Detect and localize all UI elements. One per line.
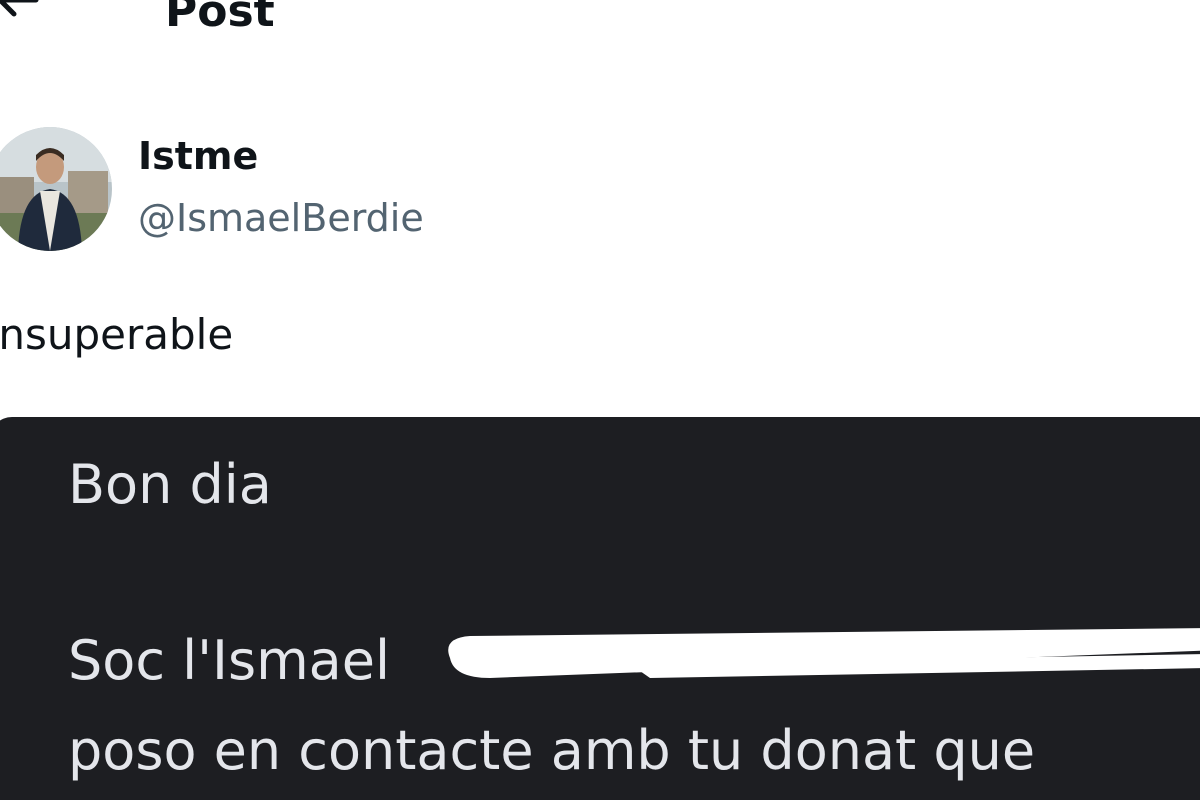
redaction-mark [430,620,1200,690]
post-text: Insuperable [0,310,234,359]
avatar[interactable] [0,127,112,251]
message-line: Bon dia [68,453,272,516]
page-title: Post [165,0,275,37]
arrow-left-icon[interactable] [0,0,50,20]
author-display-name[interactable]: Istme [138,135,258,178]
message-line: Soc l'Ismael [68,629,390,692]
post-page: Post Istme @IsmaelBerdie Insuperable Bon… [0,0,1200,800]
post-header: Post [0,0,1200,40]
message-line: poso en contacte amb tu donat que [68,719,1036,782]
author-handle[interactable]: @IsmaelBerdie [138,197,424,240]
